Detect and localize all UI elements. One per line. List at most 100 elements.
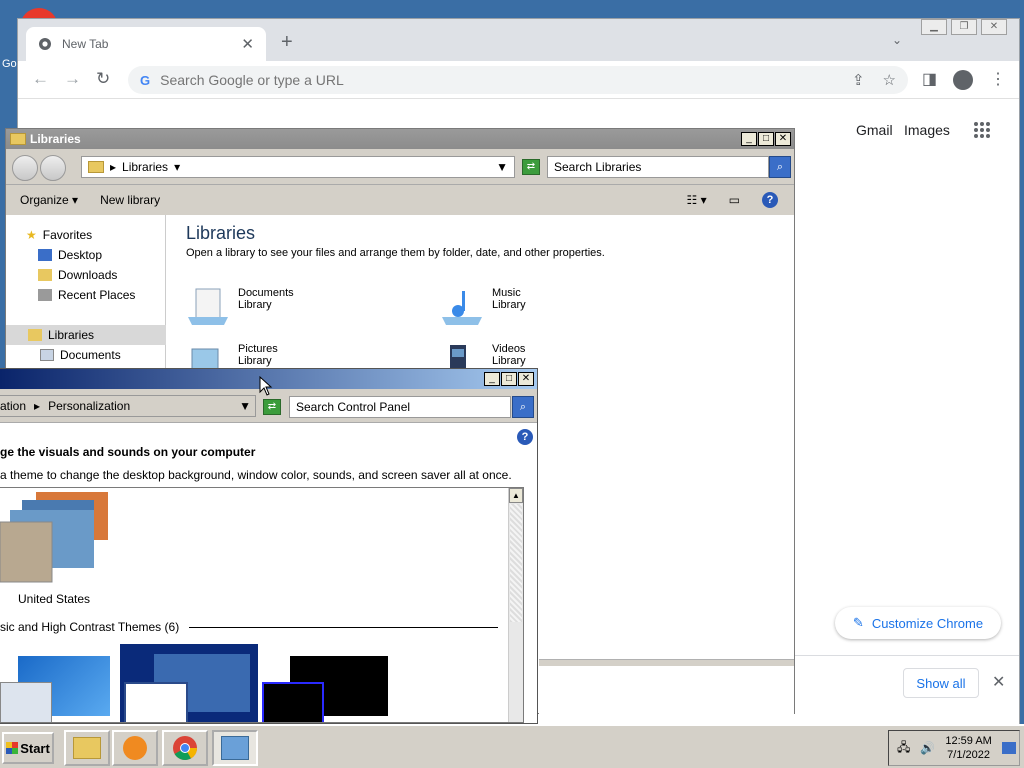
- recent-places-icon: [38, 289, 52, 301]
- network-icon[interactable]: 🖧: [897, 738, 910, 759]
- library-music[interactable]: Music Library: [440, 287, 526, 327]
- images-link[interactable]: Images: [904, 122, 950, 138]
- bookmark-star-icon[interactable]: ☆: [883, 71, 896, 89]
- theme-windows-basic[interactable]: [0, 654, 112, 722]
- theme-high-contrast-1[interactable]: [120, 644, 258, 722]
- search-control-panel-input[interactable]: Search Control Panel: [289, 396, 511, 418]
- documents-icon: [40, 349, 54, 361]
- libraries-window-controls: _ □ ✕: [741, 132, 791, 146]
- nav-downloads[interactable]: Downloads: [6, 265, 166, 285]
- nav-documents[interactable]: Documents: [6, 345, 166, 365]
- clock[interactable]: 12:59 AM 7/1/2022: [945, 734, 991, 762]
- tab-search-chevron-icon[interactable]: ⌄: [892, 33, 902, 47]
- theme-high-contrast-black[interactable]: [262, 656, 388, 722]
- scrollbar-thumb[interactable]: [510, 504, 522, 622]
- tab-close-icon[interactable]: ✕: [241, 35, 254, 53]
- desktop-app-label: Go: [2, 58, 17, 70]
- theme-thumbnail: [0, 492, 108, 583]
- library-documents[interactable]: Documents Library: [186, 287, 294, 327]
- chrome-menu-icon[interactable]: ⋮: [990, 69, 1006, 89]
- search-libraries-input[interactable]: Search Libraries: [547, 156, 769, 178]
- personalization-window: _ □ ✕ ation ▸ Personalization ▼ ⇄ Search…: [0, 368, 538, 724]
- refresh-icon[interactable]: ⇄: [263, 399, 281, 415]
- close-icon[interactable]: ✕: [981, 19, 1007, 35]
- search-icon[interactable]: ⌕: [769, 156, 791, 178]
- personalization-description: a theme to change the desktop background…: [0, 468, 512, 482]
- address-chevron-icon[interactable]: ▾: [174, 160, 180, 174]
- forward-arrow-icon[interactable]: →: [64, 69, 81, 89]
- organize-button[interactable]: Organize ▾: [20, 193, 78, 207]
- nav-libraries[interactable]: Libraries: [6, 325, 166, 345]
- personalization-heading: ge the visuals and sounds on your comput…: [0, 445, 256, 459]
- address-box[interactable]: ation ▸ Personalization ▼: [0, 395, 256, 417]
- libraries-subtitle: Open a library to see your files and arr…: [186, 247, 605, 259]
- close-icon[interactable]: ✕: [518, 372, 534, 386]
- libraries-heading: Libraries: [186, 223, 256, 243]
- taskbar: Start 🖧 🔊 12:59 AM 7/1/2022: [0, 724, 1024, 768]
- customize-chrome-button[interactable]: ✎ Customize Chrome: [835, 607, 1001, 639]
- download-shelf-close-icon[interactable]: ✕: [992, 672, 1005, 692]
- address-dropdown-icon[interactable]: ▼: [239, 399, 251, 413]
- taskbar-explorer-button[interactable]: [64, 730, 110, 766]
- back-button[interactable]: [12, 155, 38, 181]
- minimize-icon[interactable]: ▁: [921, 19, 947, 35]
- address-separator-icon: ▸: [110, 160, 117, 174]
- maximize-icon[interactable]: □: [758, 132, 774, 146]
- libraries-command-bar: Organize ▾ New library ☷ ▾ ▭ ?: [6, 185, 794, 215]
- side-panel-icon[interactable]: ◨: [922, 69, 937, 89]
- star-icon: ★: [26, 228, 37, 242]
- customize-chrome-label: Customize Chrome: [871, 615, 984, 631]
- help-icon[interactable]: ?: [517, 429, 533, 445]
- basic-high-contrast-section: sic and High Contrast Themes (6): [0, 620, 498, 634]
- nav-recent-places[interactable]: Recent Places: [6, 285, 166, 305]
- view-options-icon[interactable]: ☷ ▾: [687, 193, 707, 207]
- chrome-window-controls: ▁ ❐ ✕: [921, 19, 1007, 35]
- address-dropdown-icon[interactable]: ▼: [496, 160, 508, 174]
- google-apps-icon[interactable]: [974, 122, 990, 138]
- address-current[interactable]: Personalization: [48, 399, 130, 413]
- search-icon[interactable]: ⌕: [512, 396, 534, 418]
- reload-icon[interactable]: ↻: [96, 69, 110, 89]
- show-all-button[interactable]: Show all: [903, 668, 979, 698]
- gmail-link[interactable]: Gmail: [856, 122, 893, 138]
- libraries-folder-icon: [28, 329, 42, 341]
- preview-pane-icon[interactable]: ▭: [729, 193, 740, 207]
- minimize-icon[interactable]: _: [741, 132, 757, 146]
- music-library-icon: [442, 291, 482, 325]
- back-arrow-icon[interactable]: ←: [32, 69, 49, 89]
- minimize-icon[interactable]: _: [484, 372, 500, 386]
- libraries-title-bar[interactable]: Libraries: [6, 129, 794, 149]
- address-path[interactable]: Libraries: [122, 160, 168, 174]
- help-icon[interactable]: ?: [762, 192, 778, 208]
- forward-button[interactable]: [40, 155, 66, 181]
- chrome-toolbar: ← → ↻ G ⇪ ☆ ◨ ⋮: [18, 61, 1019, 99]
- tab-new-tab[interactable]: New Tab ✕: [26, 27, 266, 61]
- personalization-content: ? ge the visuals and sounds on your comp…: [0, 423, 537, 723]
- refresh-icon[interactable]: ⇄: [522, 159, 540, 175]
- nav-favorites[interactable]: ★ Favorites: [6, 225, 166, 245]
- new-library-button[interactable]: New library: [100, 193, 160, 207]
- omnibox[interactable]: G ⇪ ☆: [128, 66, 908, 94]
- new-tab-button[interactable]: +: [281, 31, 293, 54]
- taskbar-chrome-button[interactable]: [162, 730, 208, 766]
- maximize-icon[interactable]: □: [501, 372, 517, 386]
- scroll-up-arrow-icon[interactable]: ▲: [509, 488, 523, 503]
- close-icon[interactable]: ✕: [775, 132, 791, 146]
- nav-desktop[interactable]: Desktop: [6, 245, 166, 265]
- address-parent[interactable]: ation: [0, 399, 26, 413]
- volume-icon[interactable]: 🔊: [920, 741, 935, 755]
- google-g-icon: G: [140, 72, 151, 88]
- show-desktop-icon[interactable]: [1001, 742, 1016, 754]
- start-button[interactable]: Start: [2, 732, 54, 764]
- taskbar-control-panel-button[interactable]: [212, 730, 258, 766]
- maximize-icon[interactable]: ❐: [951, 19, 977, 35]
- share-icon[interactable]: ⇪: [852, 71, 865, 89]
- profile-avatar[interactable]: [953, 70, 973, 95]
- mouse-cursor-icon: [259, 376, 273, 396]
- address-box[interactable]: ▸ Libraries ▾ ▼: [81, 156, 515, 178]
- omnibox-input[interactable]: [160, 72, 841, 88]
- taskbar-media-player-button[interactable]: [112, 730, 158, 766]
- theme-united-states[interactable]: United States: [0, 488, 110, 608]
- desktop-icon: [38, 249, 52, 261]
- theme-list-scrollbar[interactable]: ▲: [508, 488, 523, 722]
